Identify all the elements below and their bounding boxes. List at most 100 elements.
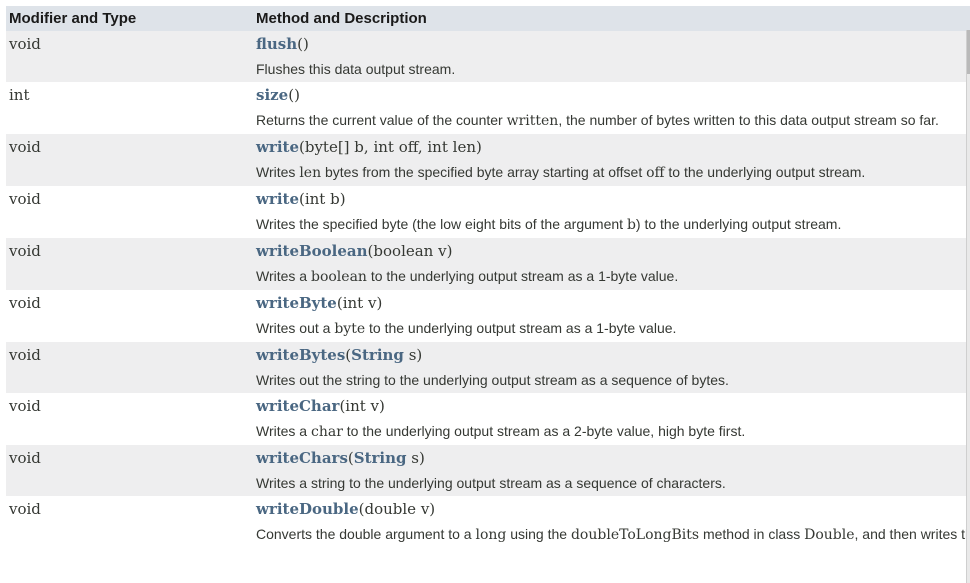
method-description: Flushes this data output stream. <box>256 55 970 79</box>
method-signature: flush() <box>256 35 970 55</box>
method-cell: writeChars(String s) Writes a string to … <box>253 445 970 496</box>
description-text: ) to the underlying output stream. <box>635 216 842 232</box>
description-text: Writes a <box>256 423 311 439</box>
method-cell: size() Returns the current value of the … <box>253 82 970 134</box>
description-text: to the underlying output stream as a 2-b… <box>342 423 746 439</box>
description-text: Flushes this data output stream. <box>256 61 456 77</box>
method-signature: writeChar(int v) <box>256 397 970 417</box>
method-name-link[interactable]: write <box>256 190 299 208</box>
method-cell: writeChar(int v) Writes a char to the un… <box>253 393 970 445</box>
method-description: Writes a char to the underlying output s… <box>256 417 970 442</box>
method-signature: writeBytes(String s) <box>256 346 970 366</box>
method-name-link[interactable]: writeChars <box>256 449 348 467</box>
method-cell: writeByte(int v) Writes out a byte to th… <box>253 290 970 342</box>
description-text: Writes the specified byte (the low eight… <box>256 216 627 232</box>
method-name-link[interactable]: write <box>256 138 299 156</box>
method-signature: writeByte(int v) <box>256 294 970 314</box>
method-rows: void flush() Flushes this data output st… <box>6 31 970 548</box>
code-term: long <box>475 527 507 543</box>
method-row: void writeDouble(double v) Converts the … <box>6 496 970 548</box>
table-header-row: Modifier and Type Method and Description <box>6 6 970 31</box>
method-cell: write(int b) Writes the specified byte (… <box>253 186 970 238</box>
method-params: (int b) <box>299 190 346 208</box>
method-params: (double v) <box>358 500 436 518</box>
method-name-link[interactable]: writeByte <box>256 294 337 312</box>
return-type: void <box>6 445 253 496</box>
method-signature: writeBoolean(boolean v) <box>256 242 970 262</box>
method-description: Writes a boolean to the underlying outpu… <box>256 262 970 287</box>
code-term: byte <box>334 321 366 337</box>
method-cell: writeBytes(String s) Writes out the stri… <box>253 342 970 393</box>
code-term: written <box>506 113 559 129</box>
method-name-link[interactable]: flush <box>256 35 297 53</box>
description-text: Writes a <box>256 268 311 284</box>
method-name-link[interactable]: writeDouble <box>256 500 359 518</box>
param-type-link[interactable]: String <box>354 449 407 467</box>
return-type: void <box>6 393 253 445</box>
code-term: b <box>626 217 636 233</box>
method-row: void writeByte(int v) Writes out a byte … <box>6 290 970 342</box>
return-type: void <box>6 31 253 82</box>
method-description: Converts the double argument to a long u… <box>256 520 970 545</box>
method-signature: writeChars(String s) <box>256 449 970 469</box>
return-type: void <box>6 342 253 393</box>
method-row: void write(byte[] b, int off, int len) W… <box>6 134 970 186</box>
method-row: void writeBytes(String s) Writes out the… <box>6 342 970 393</box>
return-type: void <box>6 238 253 290</box>
method-description: Writes out the string to the underlying … <box>256 366 970 390</box>
method-row: void writeChar(int v) Writes a char to t… <box>6 393 970 445</box>
code-term: doubleToLongBits <box>570 527 700 543</box>
return-type: void <box>6 134 253 186</box>
description-text: bytes from the specified byte array star… <box>321 164 647 180</box>
description-text: Writes out the string to the underlying … <box>256 372 729 388</box>
description-text: Writes a string to the underlying output… <box>256 475 726 491</box>
method-cell: write(byte[] b, int off, int len) Writes… <box>253 134 970 186</box>
column-header-method-description: Method and Description <box>253 6 970 31</box>
method-row: void flush() Flushes this data output st… <box>6 31 970 82</box>
method-name-link[interactable]: writeBytes <box>256 346 345 364</box>
return-type: void <box>6 290 253 342</box>
method-name-link[interactable]: writeChar <box>256 397 339 415</box>
method-row: void writeBoolean(boolean v) Writes a bo… <box>6 238 970 290</box>
description-text: Returns the current value of the counter <box>256 112 507 128</box>
description-text: method in class <box>699 526 805 542</box>
method-description: Writes a string to the underlying output… <box>256 469 970 493</box>
method-signature: writeDouble(double v) <box>256 500 970 520</box>
param-type-link[interactable]: String <box>351 346 404 364</box>
method-params: (String s) <box>345 346 423 364</box>
method-name-link[interactable]: size <box>256 86 288 104</box>
method-params: (boolean v) <box>367 242 453 260</box>
description-text: to the underlying output stream as a 1-b… <box>365 320 677 336</box>
method-params: () <box>297 35 309 53</box>
method-name-link[interactable]: writeBoolean <box>256 242 368 260</box>
method-summary-table: Modifier and Type Method and Description… <box>6 6 970 548</box>
description-text: to the underlying output stream. <box>664 164 866 180</box>
description-text: , and then writes that <box>854 526 970 542</box>
method-signature: write(byte[] b, int off, int len) <box>256 138 970 158</box>
description-text: , the number of bytes written to this da… <box>558 112 939 128</box>
description-text: Writes <box>256 164 300 180</box>
return-type: void <box>6 186 253 238</box>
return-type: int <box>6 82 253 134</box>
code-term: Double <box>804 527 855 543</box>
method-description: Writes the specified byte (the low eight… <box>256 210 970 235</box>
method-row: int size() Returns the current value of … <box>6 82 970 134</box>
code-term: off <box>646 165 665 181</box>
description-text: Writes out a <box>256 320 335 336</box>
method-description: Writes len bytes from the specified byte… <box>256 158 970 183</box>
method-row: void write(int b) Writes the specified b… <box>6 186 970 238</box>
method-params: (String s) <box>347 449 425 467</box>
method-row: void writeChars(String s) Writes a strin… <box>6 445 970 496</box>
description-text: to the underlying output stream as a 1-b… <box>366 268 679 284</box>
method-cell: writeDouble(double v) Converts the doubl… <box>253 496 970 548</box>
column-header-modifier-type: Modifier and Type <box>6 6 253 31</box>
vertical-scrollbar[interactable] <box>966 30 970 583</box>
method-description: Returns the current value of the counter… <box>256 106 970 131</box>
method-cell: flush() Flushes this data output stream. <box>253 31 970 82</box>
method-description: Writes out a byte to the underlying outp… <box>256 314 970 339</box>
description-text: Converts the double argument to a <box>256 526 476 542</box>
code-term: len <box>299 165 322 181</box>
code-term: char <box>310 424 343 440</box>
method-params: (int v) <box>336 294 383 312</box>
javadoc-method-summary: Modifier and Type Method and Description… <box>0 0 970 583</box>
